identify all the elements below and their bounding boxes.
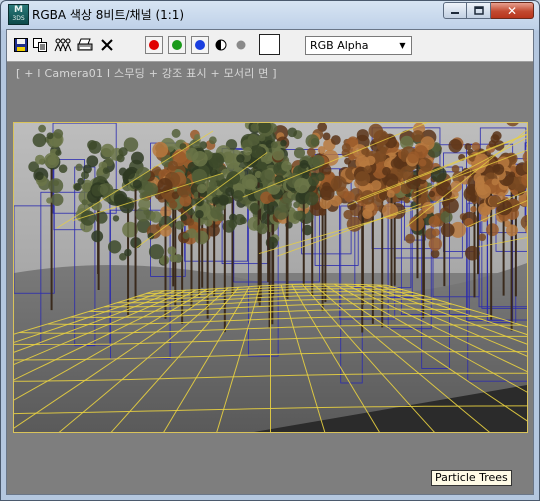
print-icon[interactable]: [77, 38, 93, 52]
blue-channel-button[interactable]: [191, 36, 209, 54]
chevron-down-icon: ▼: [399, 41, 406, 50]
background-color-swatch[interactable]: [259, 34, 280, 55]
viewport-label[interactable]: [ + I Camera01 I 스무딩 + 강조 표시 + 모서리 면 ]: [16, 65, 277, 81]
close-icon: ✕: [506, 3, 518, 18]
app-icon-letter: M: [14, 5, 23, 15]
app-icon-sub: 3DS: [12, 15, 25, 22]
minimize-icon: [451, 11, 459, 14]
save-icon[interactable]: [14, 38, 28, 52]
copy-icon[interactable]: [33, 38, 47, 52]
minimize-button[interactable]: [443, 2, 467, 19]
render-toolbar: RGB Alpha ▼: [7, 30, 533, 62]
alpha-channel-icon[interactable]: [215, 39, 227, 51]
red-channel-icon: [149, 40, 159, 50]
monochrome-icon[interactable]: [236, 40, 246, 50]
channel-display-select[interactable]: RGB Alpha ▼: [305, 36, 412, 55]
red-channel-button[interactable]: [145, 36, 163, 54]
close-button[interactable]: ✕: [491, 2, 534, 19]
maximize-icon: [473, 5, 484, 15]
blue-channel-icon: [195, 40, 205, 50]
channel-select-value: RGB Alpha: [310, 39, 369, 52]
max-app-icon[interactable]: M 3DS: [8, 4, 29, 25]
window-controls: ✕: [443, 2, 534, 19]
green-channel-button[interactable]: [168, 36, 186, 54]
window-title: RGBA 색상 8비트/채널 (1:1): [32, 8, 185, 22]
maximize-button[interactable]: [467, 2, 491, 19]
scene-name-badge: Particle Trees: [431, 470, 512, 486]
frame-window-client: RGB Alpha ▼ [ + I Camera01 I 스무딩 + 강조 표시…: [6, 29, 534, 495]
render-frame-window: M 3DS RGBA 색상 8비트/채널 (1:1) ✕ RGB Alpha ▼…: [0, 0, 540, 501]
title-bar[interactable]: M 3DS RGBA 색상 8비트/채널 (1:1) ✕: [1, 1, 539, 27]
clone-icon[interactable]: [54, 38, 72, 52]
green-channel-icon: [172, 40, 182, 50]
rendered-image: [13, 122, 528, 433]
render-scene: [14, 123, 527, 432]
clear-icon[interactable]: [100, 38, 114, 52]
